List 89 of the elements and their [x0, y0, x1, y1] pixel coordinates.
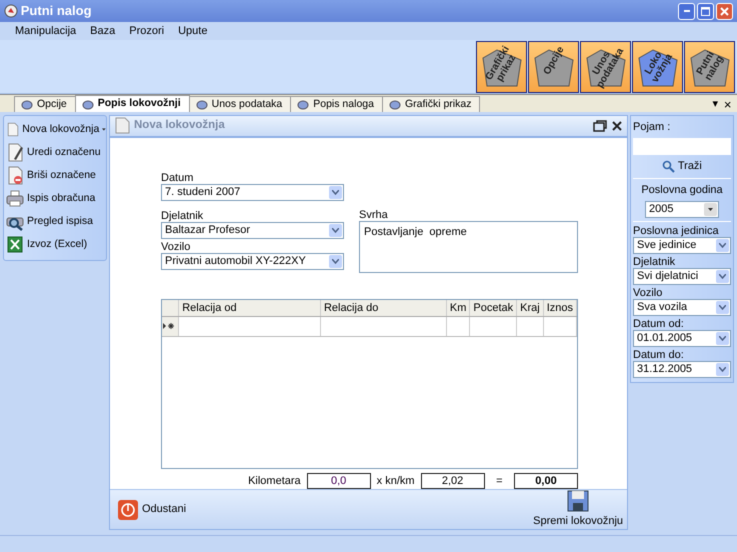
chevron-icon — [332, 258, 339, 264]
tab-icon — [196, 99, 208, 110]
kilometers-label: Kilometara — [248, 474, 301, 488]
tab-icon — [388, 99, 401, 110]
tab[interactable]: Opcije — [14, 96, 76, 112]
pencil-document-icon — [6, 143, 24, 162]
filter-dropdown[interactable]: 01.01.2005 — [633, 330, 731, 347]
document-icon — [114, 117, 130, 134]
field-label: Datum — [161, 172, 194, 184]
field-label: Svrha — [359, 208, 389, 220]
search-field[interactable] — [633, 138, 731, 156]
close-icon — [611, 120, 623, 132]
date-dropdown[interactable]: 7. studeni 2007 — [161, 184, 344, 200]
printer-icon — [6, 189, 24, 208]
vehicle-dropdown[interactable]: Privatni automobil XY-222XY — [161, 252, 344, 270]
action-button[interactable]: Pregled ispisa — [6, 210, 106, 233]
column-header[interactable]: Pocetak — [470, 300, 517, 316]
field-label: Poslovna godina — [640, 182, 724, 198]
save-button[interactable]: Spremi lokovožnju — [533, 489, 623, 530]
document-icon — [6, 120, 20, 139]
equals-sign: = — [495, 474, 504, 488]
caret-icon — [102, 128, 106, 131]
chevron-icon — [332, 190, 339, 194]
chevron-icon — [719, 274, 726, 279]
menu-item[interactable]: Prozori — [122, 22, 172, 40]
cancel-button[interactable]: Odustani — [118, 500, 186, 520]
tab[interactable]: Grafički prikaz — [382, 96, 480, 112]
action-button[interactable]: Izvoz (Excel) — [6, 233, 106, 256]
chevron-icon — [719, 336, 726, 341]
filter-dropdown[interactable]: Svi djelatnici — [633, 268, 731, 285]
minimize-icon — [684, 10, 690, 12]
field-label: Datum od: — [633, 318, 685, 330]
action-button[interactable]: Uredi označenu — [6, 141, 106, 164]
maximize-icon — [701, 6, 710, 16]
tab-icon — [82, 98, 94, 110]
filter-dropdown[interactable]: Sva vozila — [633, 298, 731, 316]
field-label: Vozilo — [161, 240, 192, 252]
menu-item[interactable]: Baza — [83, 22, 122, 40]
maximize-button[interactable] — [697, 2, 714, 20]
action-button[interactable]: Nova lokovožnja — [6, 118, 106, 141]
menu-item[interactable]: Upute — [171, 22, 214, 40]
field-label: Poslovna jedinica — [633, 224, 720, 237]
column-header[interactable]: Relacija do — [320, 300, 446, 316]
field-label: Djelatnik — [161, 210, 204, 222]
action-button[interactable]: Ispis obračuna — [6, 187, 106, 210]
caret-icon — [708, 208, 713, 211]
tab[interactable]: Popis naloga — [290, 96, 383, 112]
close-icon — [720, 6, 729, 16]
column-header[interactable]: Km — [446, 300, 470, 316]
employee-dropdown[interactable]: Baltazar Profesor — [161, 222, 344, 238]
tab[interactable]: Unos podataka — [188, 96, 292, 112]
search-icon — [662, 160, 676, 173]
close-button[interactable] — [716, 2, 733, 20]
window-title: Putni nalog — [20, 2, 93, 20]
chevron-icon — [719, 366, 726, 372]
field-label: Vozilo — [633, 286, 664, 299]
spreadsheet-icon — [6, 235, 24, 254]
new-row-icon — [163, 322, 175, 330]
rate-value: 2,02 — [420, 472, 485, 489]
purpose-field[interactable]: Postavljanje opreme — [359, 220, 578, 272]
delete-document-icon — [6, 166, 24, 185]
minimize-button[interactable] — [678, 2, 695, 20]
filter-dropdown[interactable]: 31.12.2005 — [633, 360, 731, 378]
filter-dropdown[interactable]: Sve jedinice — [633, 236, 731, 254]
app-icon — [4, 4, 18, 18]
year-dropdown[interactable]: 2005 — [645, 200, 719, 218]
power-icon — [118, 500, 138, 520]
chevron-icon — [719, 242, 726, 248]
tab[interactable]: Popis lokovožnji — [74, 95, 190, 112]
action-button[interactable]: Briši označene — [6, 164, 106, 187]
column-header[interactable]: Relacija od — [178, 300, 320, 316]
search-button[interactable]: Traži — [662, 158, 702, 174]
field-label: Djelatnik — [633, 256, 676, 268]
kilometers-value: 0,0 — [306, 472, 371, 489]
tab-close-button[interactable]: × — [724, 98, 732, 112]
menu-item[interactable]: Manipulacija — [8, 22, 84, 40]
restore-window-icon — [593, 120, 607, 132]
field-label: Pojam : — [633, 120, 672, 135]
chevron-icon — [719, 304, 726, 310]
rate-label: x kn/km — [376, 474, 415, 488]
tab-icon — [297, 99, 310, 110]
total-value: 0,00 — [514, 472, 578, 489]
chevron-icon — [332, 228, 339, 232]
panel-title: Nova lokovožnja — [134, 118, 226, 134]
column-header[interactable]: Kraj — [516, 300, 544, 316]
column-header[interactable]: Iznos — [543, 300, 576, 316]
field-label: Datum do: — [633, 348, 685, 361]
tab-menu-button[interactable]: ▾ — [712, 96, 718, 112]
tab-icon — [21, 99, 33, 110]
